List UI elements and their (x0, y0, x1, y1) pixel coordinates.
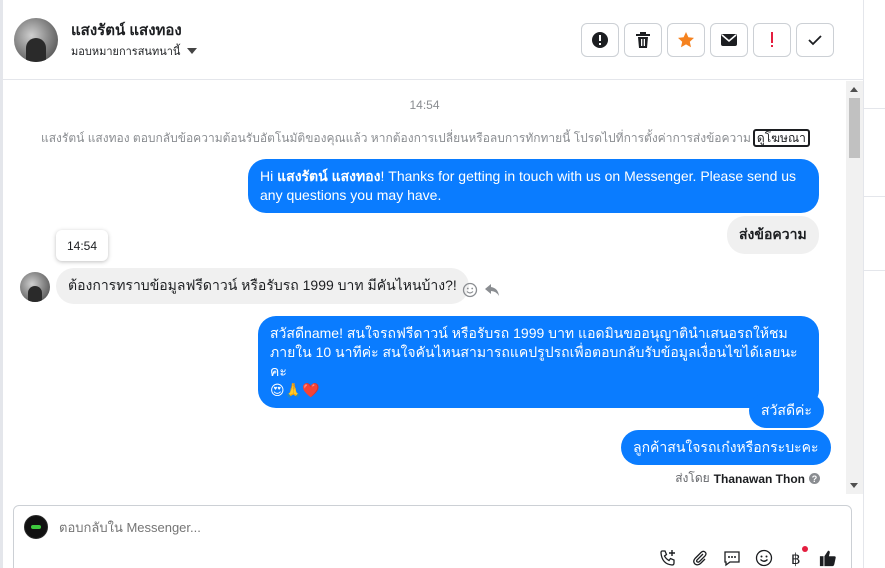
contact-name[interactable]: แสงรัตน์ แสงทอง (71, 18, 182, 42)
welcome-name: แสงรัตน์ แสงทอง (277, 168, 381, 184)
system-message: แสงรัตน์ แสงทอง ตอบกลับข้อความต้อนรับอัต… (41, 129, 810, 148)
divider (864, 270, 885, 271)
conversation-header: แสงรัตน์ แสงทอง มอบหมายการสนทนานี้ (3, 0, 863, 80)
welcome-prefix: Hi (260, 168, 278, 184)
scroll-down-arrow-icon[interactable] (850, 483, 858, 488)
system-message-text: แสงรัตน์ แสงทอง ตอบกลับข้อความต้อนรับอัต… (41, 131, 751, 145)
important-button[interactable] (753, 23, 791, 57)
notification-dot (802, 546, 808, 552)
reply-line-2: ภายใน 10 นาทีค่ะ สนใจคันไหนสามารถแคปรูปร… (270, 344, 798, 379)
like-icon[interactable] (819, 549, 837, 567)
svg-text:฿: ฿ (791, 550, 801, 567)
divider (864, 108, 885, 109)
hello-message-bubble[interactable]: สวัสดีค่ะ (749, 393, 824, 428)
assign-label: มอบหมายการสนทนานี้ (71, 46, 181, 58)
message-thread[interactable]: 14:54 แสงรัตน์ แสงทอง ตอบกลับข้อความต้อน… (3, 81, 846, 494)
composer-toolbar: ฿ (659, 546, 837, 567)
sent-by-info: ส่งโดย Thanawan Thon ? (675, 469, 820, 488)
assign-conversation-dropdown[interactable]: มอบหมายการสนทนานี้ (71, 42, 198, 60)
sent-by-name: Thanawan Thon (713, 471, 805, 486)
inbox-conversation: แสงรัตน์ แสงทอง มอบหมายการสนทนานี้ 14:54… (0, 0, 885, 568)
payment-icon[interactable]: ฿ (787, 546, 808, 567)
star-icon (678, 32, 694, 48)
delete-button[interactable] (624, 23, 662, 57)
reply-composer: ฿ (13, 505, 852, 568)
send-message-button[interactable]: ส่งข้อความ (727, 216, 819, 254)
react-emoji-icon[interactable] (462, 282, 478, 298)
trash-icon (636, 32, 650, 48)
time-tooltip: 14:54 (56, 230, 108, 261)
check-icon (808, 35, 822, 46)
reply-line-1: สวัสดีname! สนใจรถฟรีดาวน์ หรือรับรถ 199… (270, 325, 788, 341)
reply-icon[interactable] (484, 283, 500, 297)
thread-timestamp: 14:54 (409, 98, 440, 112)
report-button[interactable] (581, 23, 619, 57)
scroll-thumb[interactable] (849, 98, 860, 158)
scroll-up-arrow-icon[interactable] (850, 87, 858, 92)
sent-by-label: ส่งโดย (675, 471, 710, 485)
reply-input[interactable] (59, 520, 659, 535)
divider (864, 196, 885, 197)
mark-unread-button[interactable] (710, 23, 748, 57)
done-button[interactable] (796, 23, 834, 57)
exclamation-icon (771, 32, 773, 47)
saved-reply-icon[interactable] (723, 549, 741, 567)
question-message-bubble[interactable]: ลูกค้าสนใจรถเก๋งหรือกระบะคะ (621, 430, 831, 465)
attachment-icon[interactable] (691, 549, 709, 567)
incoming-message-bubble[interactable]: ต้องการทราบข้อมูลฟรีดาวน์ หรือรับรถ 1999… (56, 268, 469, 304)
alert-circle-icon (592, 32, 608, 48)
sender-avatar[interactable] (20, 272, 50, 302)
envelope-icon (721, 34, 737, 46)
right-panel-edge (863, 0, 885, 568)
reply-emojis: 😍🙏❤️ (270, 382, 320, 398)
caret-down-icon (187, 48, 198, 54)
reply-message-bubble[interactable]: สวัสดีname! สนใจรถฟรีดาวน์ หรือรับรถ 199… (258, 316, 819, 408)
page-avatar (24, 515, 48, 539)
star-button[interactable] (667, 23, 705, 57)
welcome-message-bubble[interactable]: Hi แสงรัตน์ แสงทอง! Thanks for getting i… (248, 159, 819, 213)
emoji-icon[interactable] (755, 549, 773, 567)
system-message-link[interactable]: ดูโฆษณา (752, 129, 810, 147)
contact-avatar[interactable] (14, 18, 58, 62)
thread-scrollbar[interactable] (846, 81, 863, 494)
call-add-icon[interactable] (659, 549, 677, 567)
help-icon[interactable]: ? (809, 473, 820, 484)
header-actions (581, 23, 834, 57)
